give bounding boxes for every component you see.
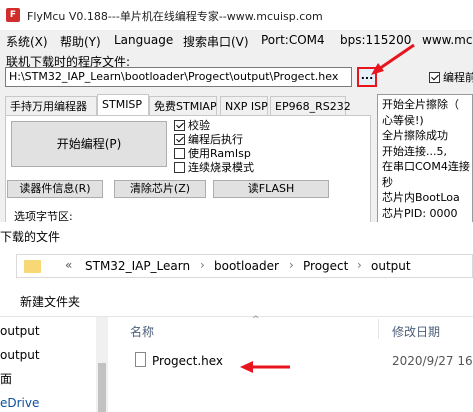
dialog-title: 下载的文件: [0, 230, 61, 244]
log-panel[interactable]: 开始全片擦除（ 心等侯!) 全片擦除成功 开始连接...5, 在串口COM4连接…: [377, 94, 473, 229]
menu-search-port[interactable]: 搜索串口(V): [183, 33, 249, 50]
verify-checkbox[interactable]: 校验: [174, 119, 210, 132]
column-divider[interactable]: [378, 319, 379, 339]
edit-before-checkbox[interactable]: 编程前: [429, 71, 473, 84]
checkbox-label: 连续烧录模式: [188, 161, 254, 174]
browse-label: ...: [360, 69, 374, 82]
app-icon: F: [6, 8, 20, 22]
sort-caret-icon: ^: [252, 315, 260, 325]
chevron-right-icon: ›: [200, 258, 205, 272]
breadcrumb-item[interactable]: STM32_IAP_Learn: [85, 259, 190, 273]
title-bar: F FlyMcu V0.188---单片机在线编程专家--www.mcuisp.…: [0, 0, 473, 30]
checkbox-box: [429, 72, 440, 83]
checkbox-label: 校验: [188, 119, 210, 132]
sidebar-scrollbar[interactable]: [96, 317, 108, 412]
tab-label: 免费STMIAP: [154, 100, 217, 113]
menu-website[interactable]: www.mcu: [422, 33, 473, 47]
log-line: 开始全片擦除（: [382, 98, 459, 111]
tab-label: 手持万用编程器: [10, 100, 87, 113]
button-label: 读FLASH: [247, 182, 295, 195]
ramisp-checkbox[interactable]: 使用RamIsp: [174, 147, 251, 160]
browse-button[interactable]: ...: [357, 67, 377, 87]
tab-label: STMISP: [102, 98, 143, 111]
checkbox-label: 编程前: [443, 71, 473, 84]
scroll-thumb[interactable]: [98, 363, 106, 412]
file-path-input[interactable]: H:\STM32_IAP_Learn\bootloader\Progect\ou…: [5, 67, 352, 87]
address-bar[interactable]: « STM32_IAP_Learn › bootloader › Progect…: [16, 254, 473, 278]
tab-label: NXP ISP: [225, 100, 268, 113]
tab-ep968[interactable]: EP968_RS232: [270, 96, 351, 115]
checkbox-box: [174, 148, 185, 159]
breadcrumb-item[interactable]: Progect: [303, 259, 348, 273]
run-after-checkbox[interactable]: 编程后执行: [174, 133, 243, 146]
chevron-right-icon: ›: [289, 258, 294, 272]
nav-item-output[interactable]: output: [0, 324, 40, 338]
window-title: FlyMcu V0.188---单片机在线编程专家--www.mcuisp.co…: [27, 10, 323, 23]
checkbox-box: [174, 120, 185, 131]
menu-help[interactable]: 帮助(Y): [60, 33, 101, 50]
button-label: 清除芯片(Z): [129, 182, 191, 195]
nav-item-onedrive[interactable]: eDrive: [0, 396, 39, 410]
file-name: Progect.hex: [152, 354, 224, 368]
dialog-title-bar: 下载的文件: [0, 222, 473, 248]
breadcrumb-item[interactable]: output: [371, 259, 411, 273]
start-label: 开始编程(P): [56, 137, 122, 151]
start-program-button[interactable]: 开始编程(P): [11, 121, 167, 167]
log-line: 开始连接...5,: [382, 144, 447, 158]
menu-bps[interactable]: bps:115200: [340, 33, 411, 47]
folder-icon: [24, 260, 41, 273]
menu-port[interactable]: Port:COM4: [261, 33, 325, 47]
chevron-right-icon: ›: [357, 258, 362, 272]
tab-stmiap[interactable]: 免费STMIAP: [149, 96, 217, 115]
menu-language[interactable]: Language: [114, 33, 173, 47]
menu-bar: 系统(X) 帮助(Y) Language 搜索串口(V) Port:COM4 b…: [0, 33, 473, 51]
breadcrumb-item[interactable]: bootloader: [214, 259, 279, 273]
tab-label: EP968_RS232: [275, 100, 351, 113]
button-label: 读器件信息(R): [19, 182, 91, 195]
erase-chip-button[interactable]: 清除芯片(Z): [114, 180, 206, 198]
log-line: 秒: [382, 175, 393, 189]
checkbox-box: [174, 134, 185, 145]
tab-nxp-isp[interactable]: NXP ISP: [220, 96, 268, 115]
tab-stmisp[interactable]: STMISP: [97, 94, 149, 116]
log-line: 全片擦除成功: [382, 129, 448, 142]
continuous-checkbox[interactable]: 连续烧录模式: [174, 161, 254, 174]
read-device-info-button[interactable]: 读器件信息(R): [7, 180, 103, 198]
nav-item-desktop[interactable]: 面: [0, 370, 12, 387]
menu-system[interactable]: 系统(X): [6, 33, 48, 50]
file-row[interactable]: Progect.hex 2020/9/27 16:: [124, 348, 473, 374]
log-line: 芯片内BootLoa: [382, 191, 460, 204]
file-date: 2020/9/27 16:: [392, 354, 473, 368]
explorer-dialog: 下载的文件 « STM32_IAP_Learn › bootloader › P…: [0, 222, 473, 412]
checkbox-label: 使用RamIsp: [188, 147, 251, 160]
log-line: 芯片PID: 0000: [382, 206, 458, 220]
column-header-name[interactable]: 名称: [130, 323, 154, 340]
new-folder-button[interactable]: 新建文件夹: [20, 293, 80, 310]
log-line: 在串口COM4连接: [382, 160, 470, 173]
flymcu-window: F FlyMcu V0.188---单片机在线编程专家--www.mcuisp.…: [0, 0, 473, 230]
tab-handheld[interactable]: 手持万用编程器: [5, 96, 97, 115]
file-path-text: H:\STM32_IAP_Learn\bootloader\Progect\ou…: [9, 70, 339, 83]
checkbox-label: 编程后执行: [188, 133, 243, 146]
double-chevron-icon: «: [65, 258, 73, 272]
column-header-modified[interactable]: 修改日期: [392, 323, 440, 340]
nav-item-output[interactable]: output: [0, 348, 40, 362]
checkbox-box: [174, 162, 185, 173]
file-document-icon: [135, 352, 146, 367]
nav-sidebar: output output 面 eDrive: [0, 317, 112, 412]
read-flash-button[interactable]: 读FLASH: [213, 180, 329, 198]
log-line: 心等侯!): [382, 113, 424, 127]
